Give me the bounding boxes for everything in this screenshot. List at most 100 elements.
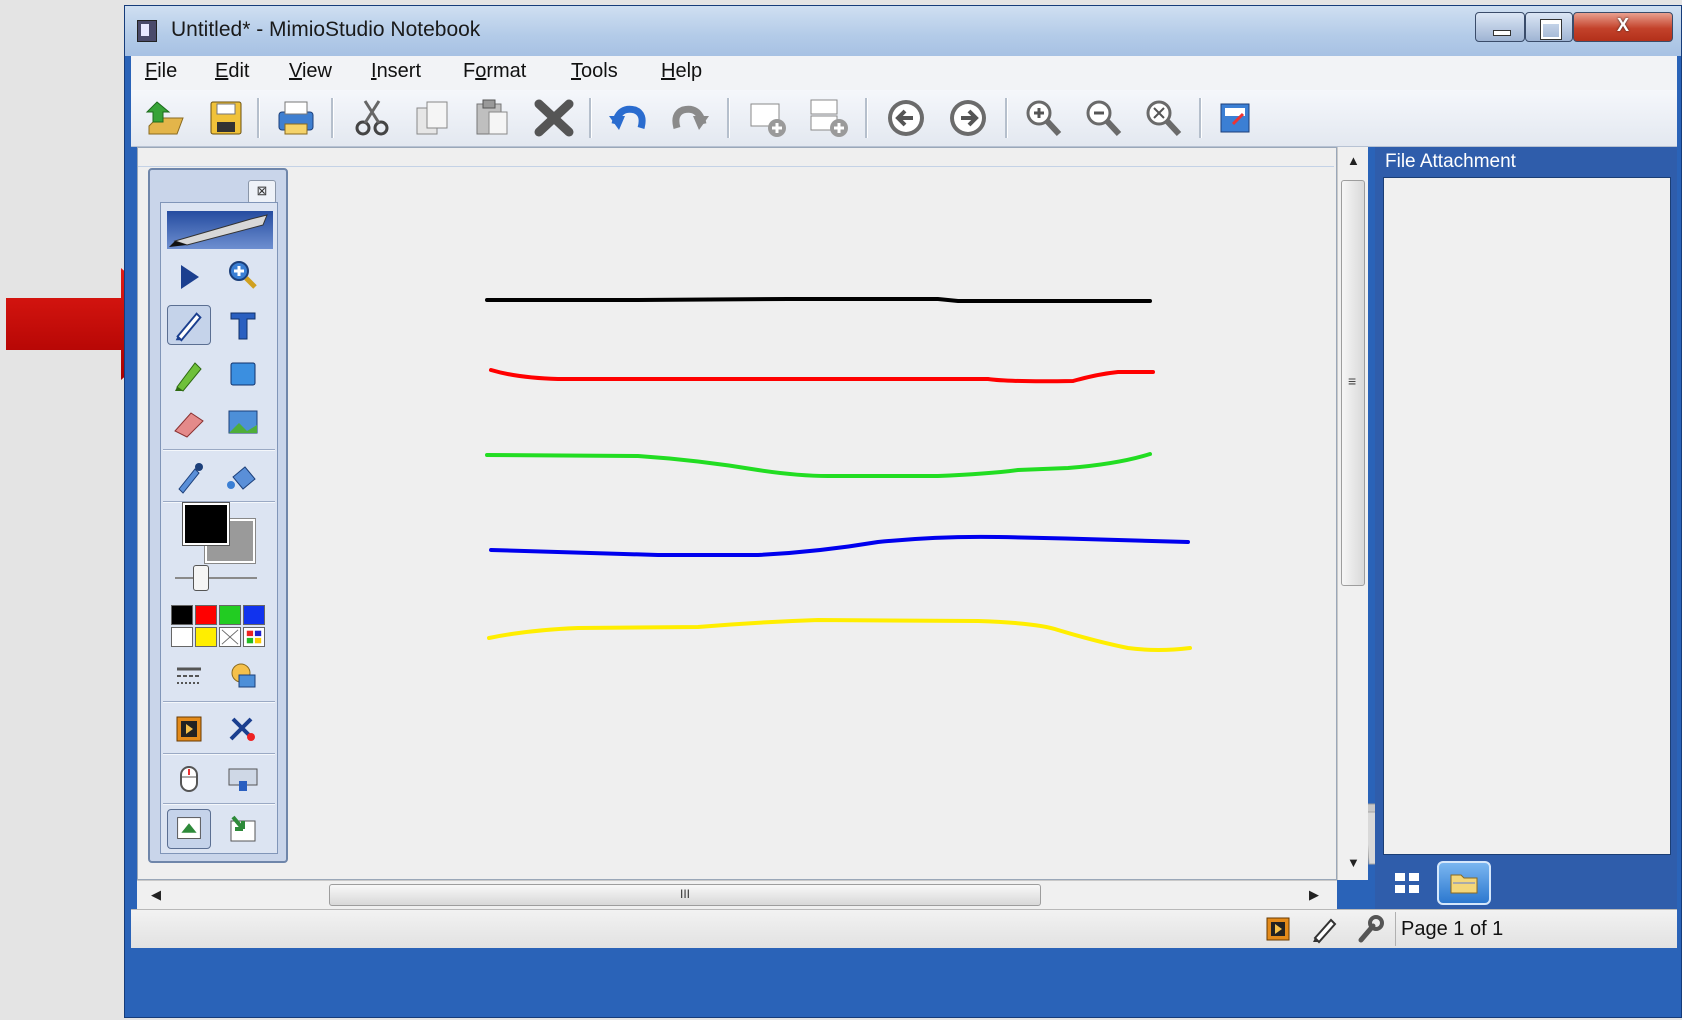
palette-blue[interactable]: [243, 605, 265, 625]
undo-icon[interactable]: [605, 96, 651, 140]
delete-icon[interactable]: [531, 96, 577, 140]
line-style-icon[interactable]: [167, 655, 211, 695]
line-color-swatch[interactable]: [182, 502, 230, 546]
cut-icon[interactable]: [349, 96, 395, 140]
zoom-fit-icon[interactable]: [1141, 96, 1187, 140]
print-icon[interactable]: [273, 96, 319, 140]
toolbar-separator: [727, 98, 730, 138]
text-tool-icon[interactable]: [221, 305, 265, 345]
fill-tool-icon[interactable]: [221, 457, 265, 497]
pen-status-icon[interactable]: [1309, 914, 1339, 944]
select-tool-icon[interactable]: [167, 257, 211, 297]
image-tool-icon[interactable]: [221, 403, 265, 443]
title-bar: Untitled* - MimioStudio Notebook X: [125, 6, 1681, 56]
close-icon: ⊠: [256, 183, 268, 198]
zoom-tool-icon[interactable]: [221, 255, 265, 295]
screen-capture-tool[interactable]: [167, 809, 211, 849]
palette-black[interactable]: [171, 605, 193, 625]
color-palette: [167, 603, 271, 647]
zoom-in-icon[interactable]: [1021, 96, 1067, 140]
vertical-scrollbar[interactable]: ▲ ≡ ▼: [1337, 147, 1368, 880]
ink-stroke-red[interactable]: [489, 368, 1155, 384]
pen-tool[interactable]: [167, 305, 211, 345]
scroll-down-arrow-icon[interactable]: ▼: [1347, 855, 1360, 870]
menu-insert[interactable]: Insert: [371, 60, 421, 83]
ink-to-text-icon[interactable]: [221, 709, 265, 749]
pen-banner-image: [167, 211, 273, 249]
menu-help[interactable]: Help: [661, 60, 702, 83]
new-page-icon[interactable]: [745, 96, 791, 140]
close-button[interactable]: X: [1573, 12, 1673, 42]
toolbar-separator: [257, 98, 260, 138]
thickness-slider-track[interactable]: [175, 577, 257, 579]
maximize-icon: [1540, 19, 1562, 40]
screen-annotation-icon[interactable]: [167, 709, 211, 749]
toolbox-separator: [163, 449, 275, 451]
palette-green[interactable]: [219, 605, 241, 625]
eyedropper-tool-icon[interactable]: [167, 457, 211, 497]
duplicate-page-icon[interactable]: [805, 96, 851, 140]
page-indicator: Page 1 of 1: [1401, 918, 1504, 940]
palette-no-color-icon[interactable]: [219, 627, 241, 647]
maximize-button[interactable]: [1525, 12, 1573, 42]
highlighter-tool-icon[interactable]: [167, 355, 211, 395]
ink-stroke-yellow[interactable]: [487, 617, 1192, 652]
horizontal-scroll-thumb[interactable]: III: [329, 884, 1041, 906]
toolbar-separator: [865, 98, 868, 138]
settings-wrench-icon[interactable]: [1355, 914, 1385, 944]
transparency-tool-icon[interactable]: [221, 655, 265, 695]
menu-format[interactable]: Format: [463, 60, 526, 83]
thumbnails-view-icon[interactable]: [1387, 863, 1427, 903]
main-toolbar: [131, 90, 1677, 147]
palette-red[interactable]: [195, 605, 217, 625]
palette-more-colors-icon[interactable]: [243, 627, 265, 647]
shape-tool-icon[interactable]: [221, 355, 265, 395]
palette-yellow[interactable]: [195, 627, 217, 647]
save-icon[interactable]: [203, 96, 249, 140]
scroll-up-arrow-icon[interactable]: ▲: [1347, 153, 1360, 168]
import-tool-icon[interactable]: [221, 809, 265, 849]
menu-file[interactable]: File: [145, 60, 177, 83]
scroll-grip-icon: ≡: [1348, 373, 1357, 389]
next-page-icon[interactable]: [945, 96, 991, 140]
ink-stroke-blue[interactable]: [489, 534, 1190, 557]
status-bar: Page 1 of 1: [131, 909, 1677, 948]
scroll-right-arrow-icon[interactable]: ▶: [1309, 887, 1319, 903]
zoom-out-icon[interactable]: [1081, 96, 1127, 140]
pen-icon: [175, 312, 202, 342]
minimize-button[interactable]: [1475, 12, 1525, 42]
display-mode-icon[interactable]: [1213, 96, 1259, 140]
redo-icon[interactable]: [667, 96, 713, 140]
screen-capture-icon: [177, 817, 201, 839]
toolbox-close-button[interactable]: ⊠: [248, 180, 276, 204]
ink-layer: [485, 297, 1192, 652]
present-icon[interactable]: [1265, 916, 1291, 942]
eraser-tool-icon[interactable]: [167, 403, 211, 443]
paste-icon[interactable]: [469, 96, 515, 140]
app-window: Untitled* - MimioStudio Notebook X File …: [124, 5, 1682, 1018]
device-mode-icon[interactable]: [221, 759, 265, 799]
vertical-scroll-thumb[interactable]: ≡: [1341, 180, 1365, 586]
open-icon[interactable]: [143, 96, 189, 140]
previous-page-icon[interactable]: [883, 96, 929, 140]
floating-toolbox: ⊠: [148, 168, 288, 863]
toolbox-body: [160, 202, 278, 854]
toolbar-separator: [331, 98, 334, 138]
thickness-slider-thumb[interactable]: [193, 565, 209, 591]
copy-icon[interactable]: [409, 96, 455, 140]
palette-white[interactable]: [171, 627, 193, 647]
menu-edit[interactable]: Edit: [215, 60, 249, 83]
attachment-list[interactable]: [1383, 177, 1671, 855]
menu-view[interactable]: View: [289, 60, 332, 83]
scroll-left-arrow-icon[interactable]: ◀: [151, 887, 161, 903]
menu-tools[interactable]: Tools: [571, 60, 618, 83]
ink-stroke-black[interactable]: [485, 297, 1152, 303]
file-attachments-tab[interactable]: [1437, 861, 1491, 905]
menu-bar: File Edit View Insert Format Tools Help: [131, 56, 1677, 90]
horizontal-scrollbar[interactable]: ◀ III ▶: [137, 880, 1337, 909]
file-attachment-panel: File Attachment: [1375, 147, 1677, 909]
status-separator: [1395, 912, 1396, 946]
whiteboard-canvas[interactable]: [137, 147, 1337, 880]
mouse-mode-icon[interactable]: [167, 759, 211, 799]
ink-stroke-green[interactable]: [485, 452, 1152, 478]
